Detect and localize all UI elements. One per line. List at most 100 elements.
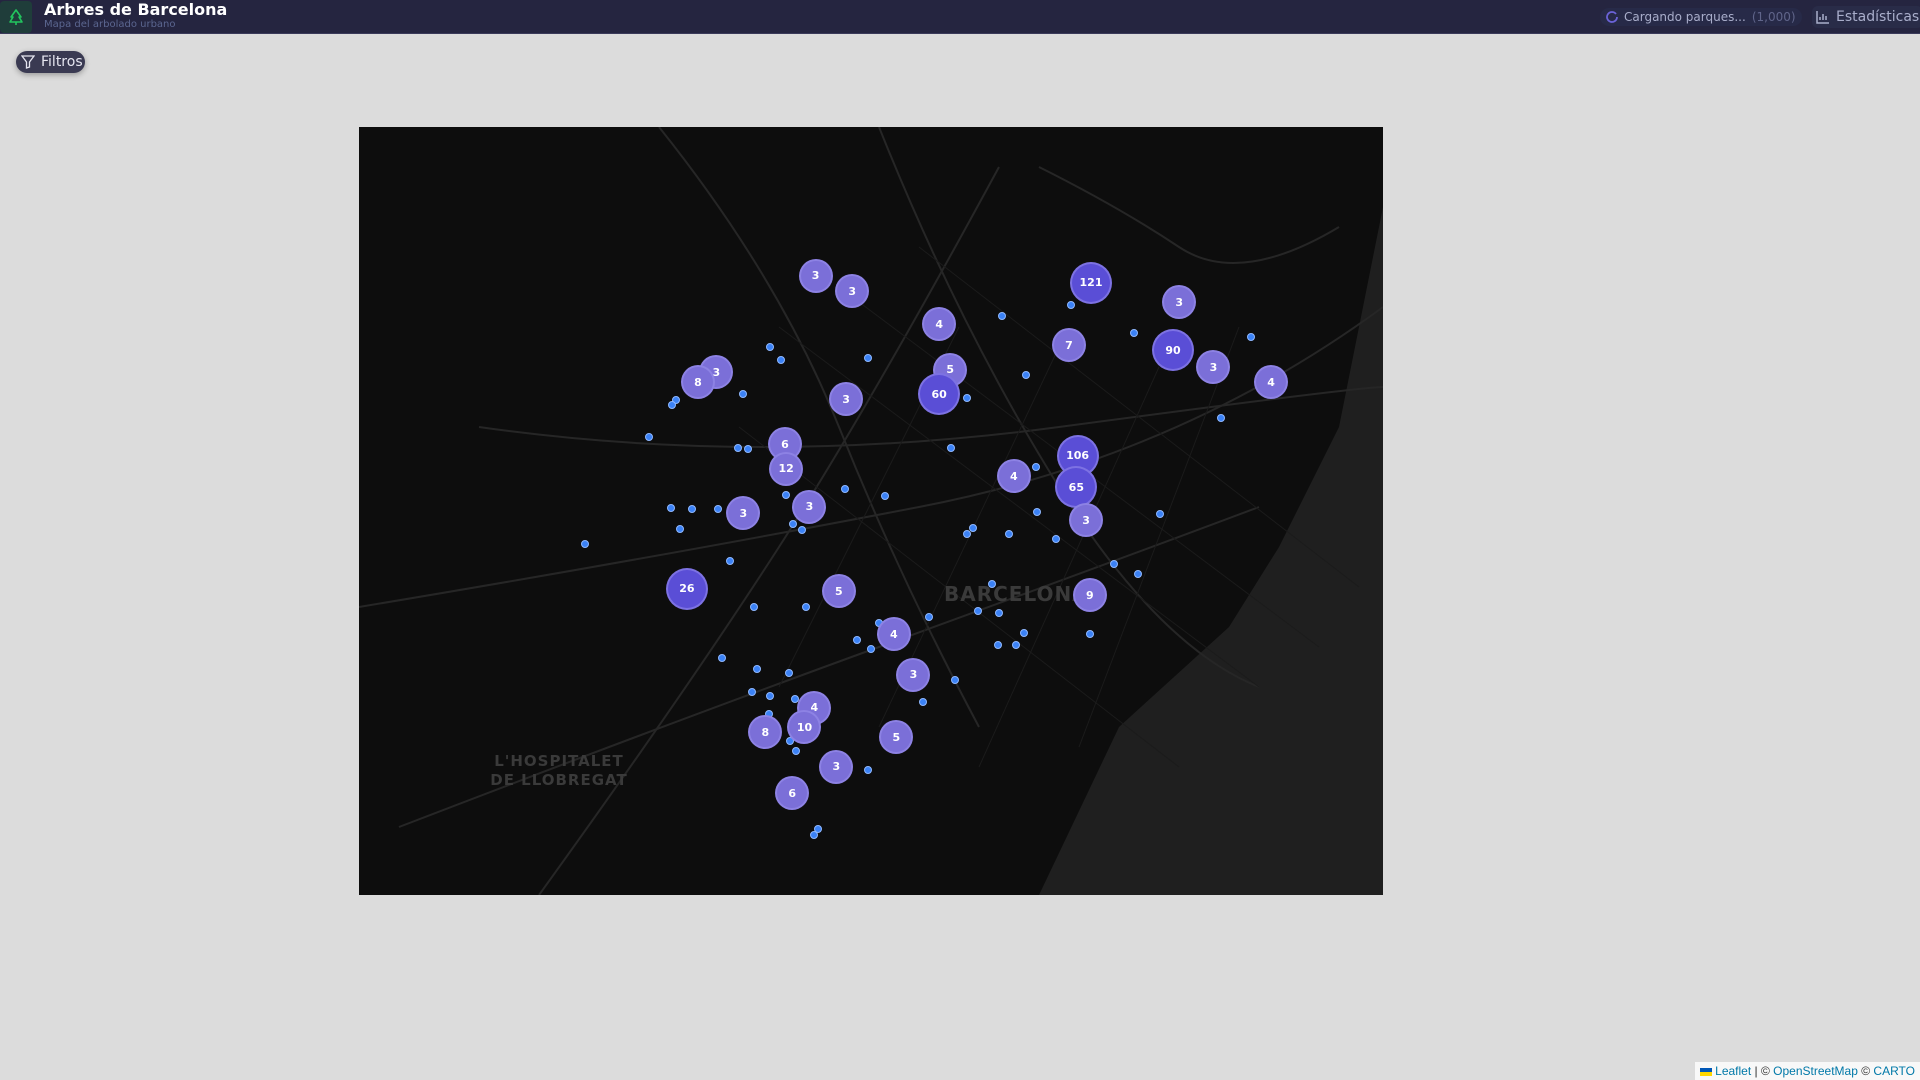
bar-chart-icon [1816,11,1829,24]
tree-marker[interactable] [1216,413,1225,422]
loading-status: Cargando parques... (1,000) [1600,8,1802,26]
loading-text: Cargando parques... [1624,10,1746,24]
marker-cluster[interactable]: 3 [896,657,931,692]
tree-marker[interactable] [713,505,722,514]
marker-cluster[interactable]: 3 [726,496,761,531]
tree-marker[interactable] [791,746,800,755]
tree-marker[interactable] [734,444,743,453]
tree-marker[interactable] [1051,534,1060,543]
marker-cluster[interactable]: 10 [787,710,822,745]
tree-marker[interactable] [798,526,807,535]
tree-marker[interactable] [668,401,677,410]
app-subtitle: Mapa del arbolado urbano [44,19,176,30]
marker-cluster[interactable]: 5 [821,574,856,609]
tree-marker[interactable] [1155,510,1164,519]
tree-marker[interactable] [995,609,1004,618]
tree-marker[interactable] [1004,529,1013,538]
filters-button[interactable]: Filtros [16,51,85,73]
tree-marker[interactable] [801,603,810,612]
tree-marker[interactable] [1133,570,1142,579]
tree-marker[interactable] [1129,329,1138,338]
tree-marker[interactable] [947,444,956,453]
map-canvas[interactable]: BARCELONA L'HOSPITALET DE LLOBREGAT 3 3 12… [359,127,1383,895]
tree-marker[interactable] [925,613,934,622]
marker-cluster[interactable]: 26 [665,567,708,610]
tree-marker[interactable] [784,669,793,678]
marker-cluster[interactable]: 12 [769,451,804,486]
marker-cluster[interactable]: 90 [1152,329,1195,372]
marker-cluster[interactable]: 3 [792,489,827,524]
marker-cluster[interactable]: 7 [1051,328,1086,363]
tree-marker[interactable] [687,505,696,514]
tree-marker[interactable] [744,445,753,454]
marker-cluster[interactable]: 3 [1196,350,1231,385]
tree-marker[interactable] [969,523,978,532]
marker-cluster[interactable]: 9 [1072,578,1107,613]
marker-cluster[interactable]: 3 [829,382,864,417]
tree-marker[interactable] [752,664,761,673]
tree-marker[interactable] [963,529,972,538]
marker-cluster[interactable]: 3 [1162,285,1197,320]
tree-marker[interactable] [1085,630,1094,639]
marker-cluster[interactable]: 8 [680,365,715,400]
marker-cluster[interactable]: 3 [798,258,833,293]
marker-cluster[interactable]: 65 [1055,466,1098,509]
marker-cluster[interactable]: 3 [819,749,854,784]
tree-marker[interactable] [1033,507,1042,516]
tree-marker[interactable] [1110,560,1119,569]
tree-marker[interactable] [866,644,875,653]
tree-marker[interactable] [881,491,890,500]
tree-marker[interactable] [725,556,734,565]
tree-marker[interactable] [1019,629,1028,638]
statistics-label: Estadísticas [1836,9,1920,25]
carto-link[interactable]: CARTO [1873,1064,1915,1078]
tree-marker[interactable] [993,641,1002,650]
osm-link[interactable]: OpenStreetMap [1773,1064,1858,1078]
tree-marker[interactable] [750,603,759,612]
loading-count: (1,000) [1751,10,1796,24]
filters-label: Filtros [41,54,83,70]
leaflet-link[interactable]: Leaflet [1715,1064,1751,1078]
marker-cluster[interactable]: 4 [922,307,957,342]
marker-cluster[interactable]: 3 [1069,503,1104,538]
marker-cluster[interactable]: 4 [996,459,1031,494]
tree-marker[interactable] [974,607,983,616]
tree-marker[interactable] [675,524,684,533]
marker-cluster[interactable]: 121 [1070,261,1113,304]
tree-marker[interactable] [766,342,775,351]
tree-marker[interactable] [987,580,996,589]
tree-marker[interactable] [644,433,653,442]
tree-marker[interactable] [997,311,1006,320]
tree-marker[interactable] [777,356,786,364]
tree-marker[interactable] [951,675,960,684]
tree-marker[interactable] [840,484,849,493]
tree-marker[interactable] [810,831,819,840]
tree-marker[interactable] [667,504,676,513]
statistics-button[interactable]: Estadísticas [1812,6,1920,28]
tree-marker[interactable] [864,353,873,362]
tree-marker[interactable] [789,520,798,529]
tree-marker[interactable] [747,687,756,696]
marker-cluster[interactable]: 6 [775,776,810,811]
tree-marker[interactable] [718,653,727,662]
tree-marker[interactable] [963,393,972,402]
tree-marker[interactable] [739,390,748,399]
marker-cluster[interactable]: 4 [876,617,911,652]
tree-marker[interactable] [1247,332,1256,341]
tree-marker[interactable] [1031,462,1040,471]
marker-cluster[interactable]: 8 [748,715,783,750]
tree-marker[interactable] [766,691,775,700]
marker-cluster[interactable]: 4 [1254,365,1289,400]
tree-marker[interactable] [782,490,791,499]
tree-marker[interactable] [1067,300,1076,309]
tree-marker[interactable] [919,697,928,706]
tree-marker[interactable] [864,766,873,775]
tree-marker[interactable] [581,539,590,548]
tree-marker[interactable] [853,636,862,645]
map-label-barcelona: BARCELONA [944,582,1089,606]
marker-cluster[interactable]: 5 [879,720,914,755]
marker-cluster[interactable]: 3 [835,274,870,309]
tree-marker[interactable] [1022,370,1031,379]
marker-cluster[interactable]: 60 [918,373,961,416]
tree-marker[interactable] [1012,641,1021,650]
